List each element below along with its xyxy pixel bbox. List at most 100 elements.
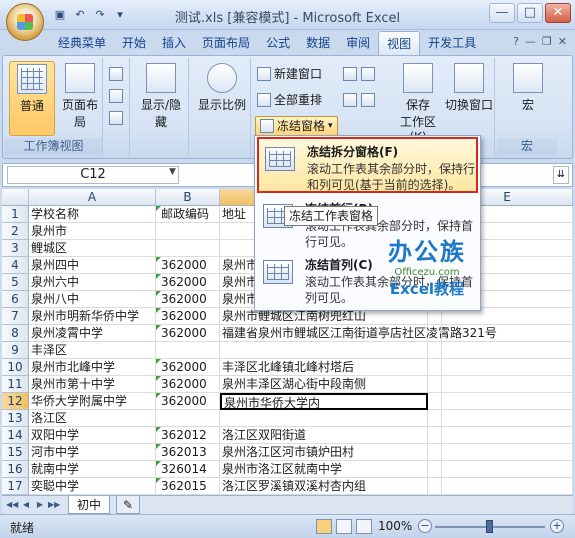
help-icon[interactable]: ? — [513, 35, 519, 48]
normal-view-button[interactable]: 普通 — [9, 61, 55, 136]
row-header[interactable]: 10 — [2, 359, 29, 376]
cell-a[interactable]: 泉州四中 — [29, 257, 156, 274]
first-sheet-icon[interactable]: ◀◀ — [6, 498, 18, 512]
zoom-slider-thumb[interactable] — [486, 520, 493, 533]
cell-a[interactable]: 学校名称 — [29, 206, 156, 223]
cell-e[interactable] — [442, 342, 573, 359]
cell-b[interactable]: 362013 — [156, 444, 220, 461]
select-all-corner[interactable] — [2, 189, 29, 206]
save-workspace-button[interactable]: 保存 工作区(K) — [395, 61, 441, 144]
row-header[interactable]: 14 — [2, 427, 29, 444]
tab-classic-menu[interactable]: 经典菜单 — [50, 31, 114, 55]
cell-d[interactable] — [428, 444, 442, 461]
view-side-by-side-button[interactable] — [361, 64, 375, 84]
tab-home[interactable]: 开始 — [114, 31, 154, 55]
maximize-button[interactable]: □ — [517, 3, 543, 23]
cell-a[interactable]: 泉州八中 — [29, 291, 156, 308]
cell-b[interactable]: 362000 — [156, 308, 220, 325]
tab-review[interactable]: 审阅 — [338, 31, 378, 55]
close-workbook-icon[interactable]: ✕ — [558, 35, 567, 48]
tab-page-layout[interactable]: 页面布局 — [194, 31, 258, 55]
close-button[interactable]: ✕ — [545, 3, 571, 23]
cell-a[interactable]: 泉州市明新华侨中学 — [29, 308, 156, 325]
next-sheet-icon[interactable]: ▶ — [34, 498, 46, 512]
cell-a[interactable]: 华侨大学附属中学 — [29, 393, 156, 410]
freeze-panes-option[interactable]: 冻结拆分窗格(F) 滚动工作表其余部分时，保持行和列可见(基于当前的选择)。 — [257, 137, 478, 193]
row-header[interactable]: 4 — [2, 257, 29, 274]
row-header[interactable]: 8 — [2, 325, 29, 342]
cell-a[interactable]: 泉州市北峰中学 — [29, 359, 156, 376]
zoom-level[interactable]: 100% — [378, 519, 412, 533]
cell-b[interactable]: 326014 — [156, 461, 220, 478]
arrange-all-button[interactable]: 全部重排 — [257, 90, 322, 110]
full-screen-button[interactable] — [109, 108, 123, 128]
cell-b[interactable]: 362015 — [156, 478, 220, 495]
sheet-tab[interactable]: 初中 — [68, 496, 111, 514]
cell-e[interactable] — [442, 359, 573, 376]
hide-window-button[interactable] — [343, 90, 357, 110]
cell-b[interactable] — [156, 410, 220, 427]
row-header[interactable]: 15 — [2, 444, 29, 461]
cell-e[interactable] — [442, 461, 573, 478]
cell-c[interactable]: 洛江区双阳街道 — [220, 427, 428, 444]
row-header[interactable]: 5 — [2, 274, 29, 291]
page-break-preview-button[interactable] — [109, 64, 123, 84]
row-header[interactable]: 3 — [2, 240, 29, 257]
insert-sheet-icon[interactable]: ✎ — [116, 496, 141, 514]
row-header[interactable]: 16 — [2, 461, 29, 478]
cell-a[interactable]: 泉州市第十中学 — [29, 376, 156, 393]
custom-views-button[interactable] — [109, 86, 123, 106]
column-header-b[interactable]: B — [156, 189, 220, 206]
cell-b[interactable]: 362000 — [156, 257, 220, 274]
cell-a[interactable]: 河市中学 — [29, 444, 156, 461]
cell-b[interactable] — [156, 240, 220, 257]
prev-sheet-icon[interactable]: ◀ — [20, 498, 32, 512]
cell-e[interactable] — [442, 427, 573, 444]
tab-view[interactable]: 视图 — [378, 31, 421, 55]
cell-e[interactable] — [442, 325, 573, 342]
cell-a[interactable]: 双阳中学 — [29, 427, 156, 444]
column-header-a[interactable]: A — [29, 189, 156, 206]
cell-b[interactable]: 362000 — [156, 359, 220, 376]
cell-b[interactable]: 362000 — [156, 393, 220, 410]
cell-a[interactable]: 洛江区 — [29, 410, 156, 427]
tab-data[interactable]: 数据 — [298, 31, 338, 55]
row-header[interactable]: 6 — [2, 291, 29, 308]
row-header[interactable]: 12 — [2, 393, 29, 410]
cell-e[interactable] — [442, 393, 573, 410]
cell-c[interactable] — [220, 342, 428, 359]
switch-windows-button[interactable]: 切换窗口 — [441, 61, 497, 113]
macros-button[interactable]: 宏 — [503, 61, 553, 113]
row-header[interactable]: 17 — [2, 478, 29, 495]
tab-developer[interactable]: 开发工具 — [420, 31, 484, 55]
cell-c[interactable]: 泉州丰泽区湖心街中段南侧 — [220, 376, 428, 393]
minimize-button[interactable]: — — [489, 3, 515, 23]
cell-d[interactable] — [428, 342, 442, 359]
cell-b[interactable]: 362000 — [156, 376, 220, 393]
cell-b[interactable] — [156, 223, 220, 240]
cell-d[interactable] — [428, 410, 442, 427]
cell-a[interactable]: 泉州市 — [29, 223, 156, 240]
row-header[interactable]: 1 — [2, 206, 29, 223]
cell-d[interactable] — [428, 376, 442, 393]
expand-formula-bar-icon[interactable]: ⇊ — [553, 166, 569, 184]
page-layout-status-icon[interactable] — [336, 519, 352, 534]
tab-formulas[interactable]: 公式 — [258, 31, 298, 55]
row-header[interactable]: 7 — [2, 308, 29, 325]
cell-a[interactable]: 丰泽区 — [29, 342, 156, 359]
sync-scroll-button[interactable] — [361, 90, 375, 110]
cell-e[interactable] — [442, 376, 573, 393]
cell-c[interactable]: 丰泽区北峰镇北峰村塔后 — [220, 359, 428, 376]
freeze-panes-button[interactable]: 冻结窗格 ▾ — [255, 116, 338, 136]
cell-a[interactable]: 泉州凌霄中学 — [29, 325, 156, 342]
cell-d[interactable] — [428, 393, 442, 410]
page-break-status-icon[interactable] — [356, 519, 372, 534]
zoom-out-icon[interactable]: − — [418, 519, 432, 533]
zoom-button[interactable]: 显示比例 — [197, 61, 247, 113]
cell-b[interactable]: 362000 — [156, 274, 220, 291]
cell-c[interactable]: 洛江区罗溪镇双溪村杏内组 — [220, 478, 428, 495]
row-header[interactable]: 9 — [2, 342, 29, 359]
cell-e[interactable] — [442, 478, 573, 495]
cell-b[interactable] — [156, 342, 220, 359]
cell-c[interactable] — [220, 410, 428, 427]
